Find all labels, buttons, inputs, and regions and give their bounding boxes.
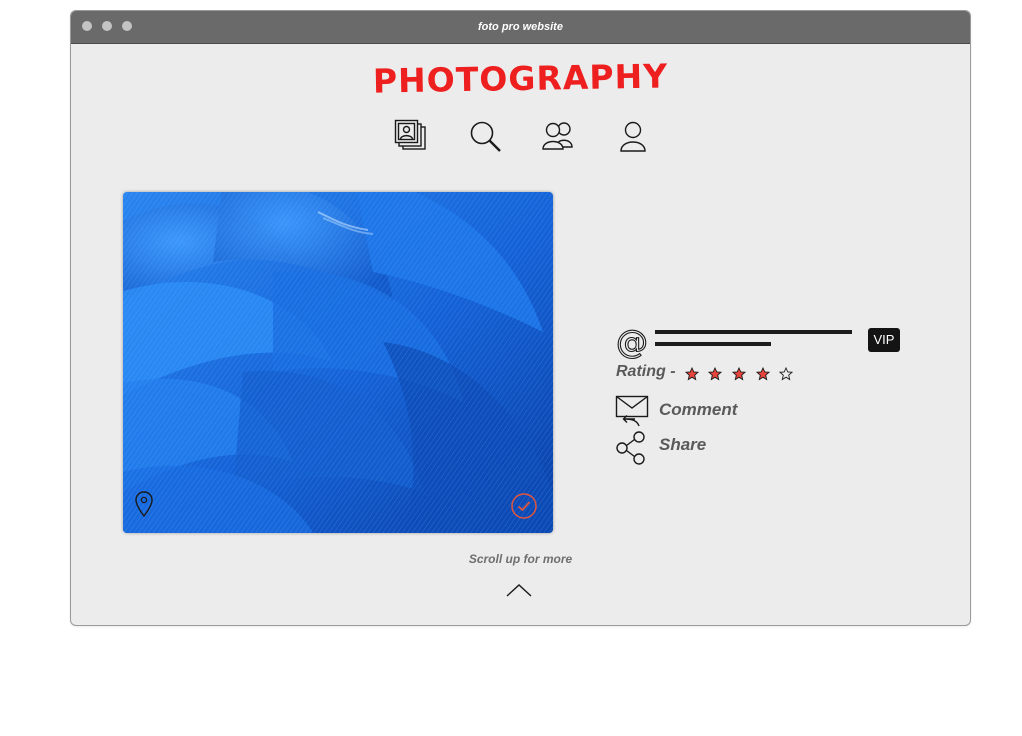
rating-star-empty-icon[interactable] — [779, 367, 793, 381]
photo-gallery-icon[interactable] — [394, 119, 430, 155]
mail-reply-icon[interactable] — [615, 395, 649, 429]
map-pin-icon[interactable] — [134, 490, 154, 518]
comment-link[interactable]: Comment — [659, 400, 737, 420]
site-logo[interactable]: PHOTOGRAPHY — [71, 51, 970, 106]
rating-star-filled-icon[interactable] — [708, 367, 722, 381]
chevron-up-icon[interactable] — [506, 583, 532, 597]
at-icon: @ — [615, 325, 648, 359]
username-placeholder-line — [655, 330, 852, 334]
search-icon[interactable] — [468, 119, 504, 155]
rating-star-filled-icon[interactable] — [685, 367, 699, 381]
rating-label: Rating - — [616, 363, 676, 380]
user-icon[interactable] — [615, 119, 651, 155]
feather-photo-image — [123, 192, 553, 533]
rating-star-filled-icon[interactable] — [732, 367, 746, 381]
check-circle-icon[interactable] — [510, 492, 538, 520]
share-icon[interactable] — [615, 431, 649, 465]
svg-text:@: @ — [616, 325, 648, 359]
users-icon[interactable] — [541, 119, 577, 155]
username-subline — [655, 342, 771, 346]
vip-badge: VIP — [868, 328, 900, 352]
rating-star-filled-icon[interactable] — [756, 367, 770, 381]
feather-photo[interactable] — [123, 192, 553, 533]
window-title: foto pro website — [478, 21, 563, 33]
scroll-hint-text: Scroll up for more — [468, 552, 573, 566]
browser-window: foto pro website PHOTOGRAPHY @ VIP Ratin… — [70, 10, 971, 626]
window-titlebar: foto pro website — [71, 11, 970, 44]
share-link[interactable]: Share — [659, 435, 706, 455]
